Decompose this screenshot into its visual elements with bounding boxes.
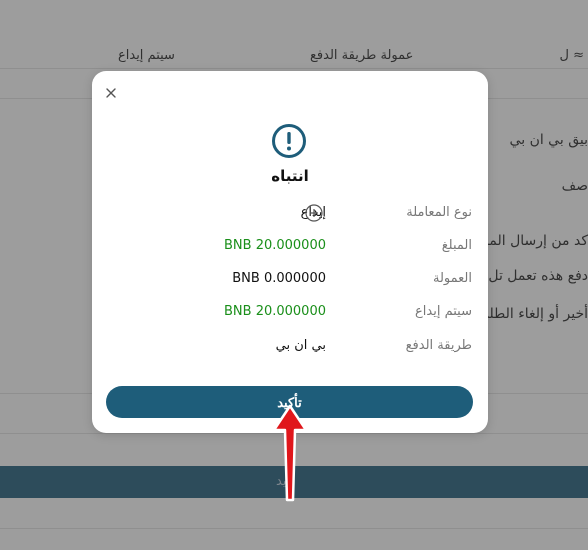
red-arrow-annotation-icon bbox=[270, 402, 310, 508]
deposit-plus-icon bbox=[305, 204, 323, 222]
detail-label: طريقة الدفع bbox=[405, 338, 472, 353]
dialog-title: انتباه bbox=[271, 167, 309, 185]
detail-label: سيتم إيداع bbox=[415, 304, 472, 319]
detail-value: BNB 20.000000 bbox=[224, 304, 326, 319]
detail-label: المبلغ bbox=[441, 238, 472, 253]
detail-row-deposited: سيتم إيداع BNB 20.000000 bbox=[92, 301, 488, 325]
detail-value: BNB 20.000000 bbox=[224, 238, 326, 253]
detail-row-payment-method: طريقة الدفع بي ان بي bbox=[92, 335, 488, 359]
detail-row-transaction-type: نوع المعاملة إيداع bbox=[92, 202, 488, 226]
detail-label: العمولة bbox=[432, 271, 472, 286]
detail-label: نوع المعاملة bbox=[406, 205, 472, 220]
detail-row-commission: العمولة BNB 0.000000 bbox=[92, 268, 488, 292]
detail-value: BNB 0.000000 bbox=[232, 271, 326, 286]
warning-icon bbox=[271, 123, 307, 163]
close-icon[interactable] bbox=[104, 85, 118, 99]
detail-row-amount: المبلغ BNB 20.000000 bbox=[92, 235, 488, 259]
confirmation-dialog: انتباه نوع المعاملة إيداع المبلغ BNB 20.… bbox=[92, 71, 488, 433]
detail-value: بي ان بي bbox=[275, 338, 326, 353]
